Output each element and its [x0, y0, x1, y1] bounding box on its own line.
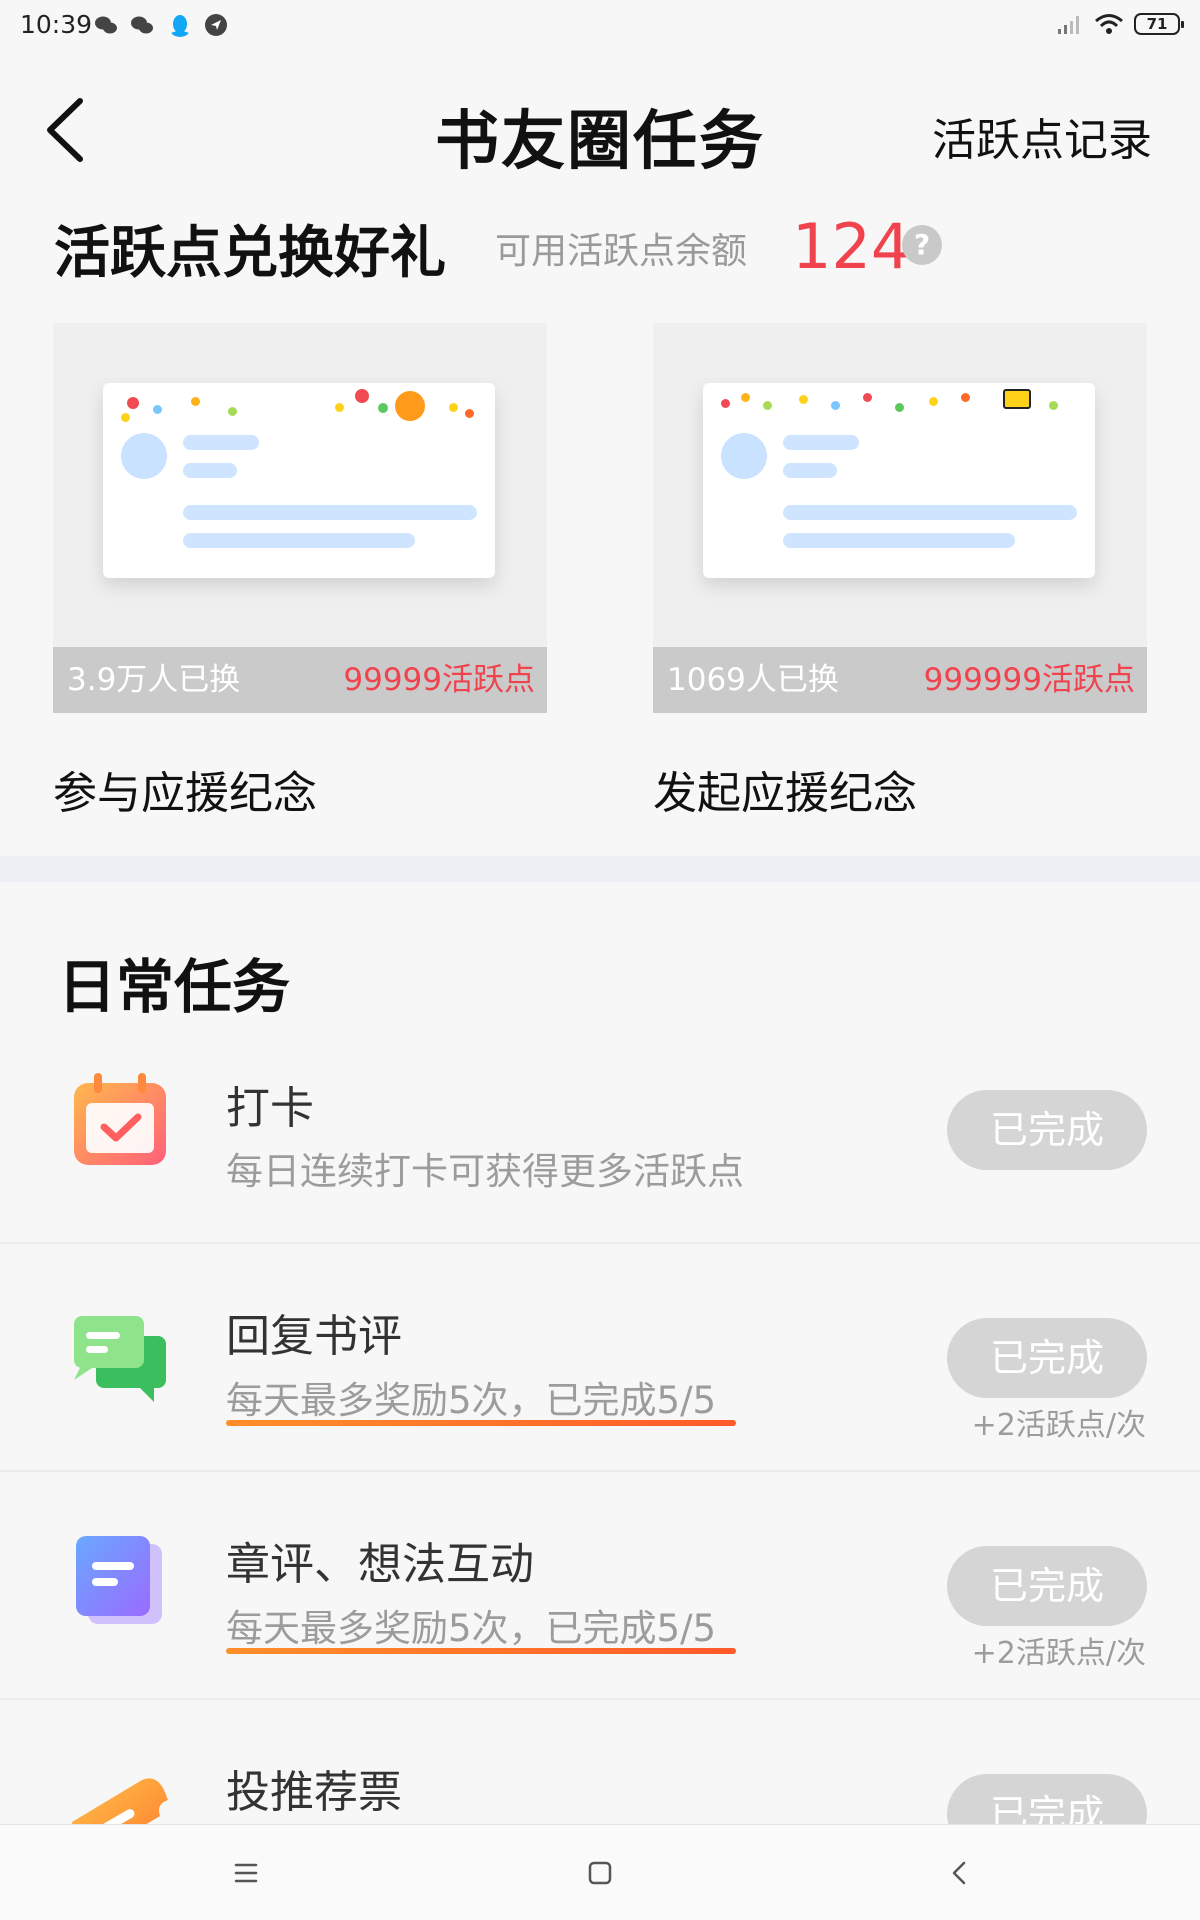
- section-divider: [0, 856, 1200, 882]
- wechat-icon: [95, 16, 117, 34]
- task-completed-button[interactable]: 已完成: [947, 1318, 1147, 1398]
- gift-name: 发起应援纪念: [653, 768, 917, 819]
- gift-preview: 1069人已换 999999活跃点: [653, 323, 1147, 713]
- task-completed-button[interactable]: 已完成: [947, 1546, 1147, 1626]
- status-bar: 10:39 71: [0, 0, 1200, 52]
- menu-icon[interactable]: [224, 1851, 268, 1895]
- task-title: 投推荐票: [226, 1767, 402, 1818]
- task-title: 章评、想法互动: [226, 1539, 534, 1590]
- calendar-check-icon: [74, 1073, 166, 1165]
- back-arrow-icon[interactable]: [938, 1851, 982, 1895]
- gift-exchange-count: 1069人已换: [667, 662, 839, 698]
- wifi-icon: [1095, 14, 1123, 34]
- task-progress-bar: [226, 1648, 736, 1654]
- activity-record-link[interactable]: 活跃点记录: [932, 104, 1152, 168]
- gift-exchange-count: 3.9万人已换: [67, 662, 241, 698]
- task-description: 每日连续打卡可获得更多活跃点: [226, 1150, 744, 1193]
- task-chapter-comment: 章评、想法互动 每天最多奖励5次，已完成5/5 已完成 +2活跃点/次: [0, 1472, 1200, 1700]
- task-reward: +2活跃点/次: [971, 1636, 1146, 1671]
- balance-value: 124: [792, 210, 911, 283]
- balance-label: 可用活跃点余额: [495, 231, 748, 272]
- system-nav-bar: [0, 1824, 1200, 1920]
- gift-preview-illustration: [703, 383, 1095, 578]
- status-time: 10:39: [20, 10, 93, 39]
- exchange-heading: 活跃点兑换好礼: [54, 220, 446, 286]
- gift-preview: 3.9万人已换 99999活跃点: [53, 323, 547, 713]
- task-progress-bar: [226, 1420, 736, 1426]
- task-reply-review: 回复书评 每天最多奖励5次，已完成5/5 已完成 +2活跃点/次: [0, 1244, 1200, 1472]
- task-title: 回复书评: [226, 1311, 402, 1362]
- chat-bubble-icon: [74, 1316, 166, 1402]
- document-icon: [76, 1536, 162, 1624]
- gift-cost: 99999活跃点: [343, 662, 535, 698]
- signal-icon: [1058, 16, 1079, 34]
- task-description: 每天最多奖励5次，已完成5/5: [226, 1379, 717, 1422]
- home-square-icon[interactable]: [578, 1851, 622, 1895]
- gift-name: 参与应援纪念: [53, 768, 317, 819]
- gift-card-join-support[interactable]: 3.9万人已换 99999活跃点 参与应援纪念: [53, 323, 547, 821]
- task-title: 打卡: [226, 1083, 314, 1134]
- gift-card-start-support[interactable]: 1069人已换 999999活跃点 发起应援纪念: [653, 323, 1147, 821]
- gift-cost: 999999活跃点: [923, 662, 1135, 698]
- task-completed-button[interactable]: 已完成: [947, 1090, 1147, 1170]
- battery-icon: 71: [1134, 13, 1184, 35]
- help-icon[interactable]: ?: [902, 225, 942, 265]
- task-description: 每天最多奖励5次，已完成5/5: [226, 1607, 717, 1650]
- task-checkin: 打卡 每日连续打卡可获得更多活跃点 已完成: [0, 1016, 1200, 1244]
- daily-tasks-heading: 日常任务: [58, 953, 291, 1021]
- gift-preview-illustration: [103, 383, 495, 578]
- qq-icon: [171, 15, 189, 37]
- wechat-icon: [131, 16, 153, 34]
- task-reward: +2活跃点/次: [971, 1408, 1146, 1443]
- location-icon: [205, 14, 227, 36]
